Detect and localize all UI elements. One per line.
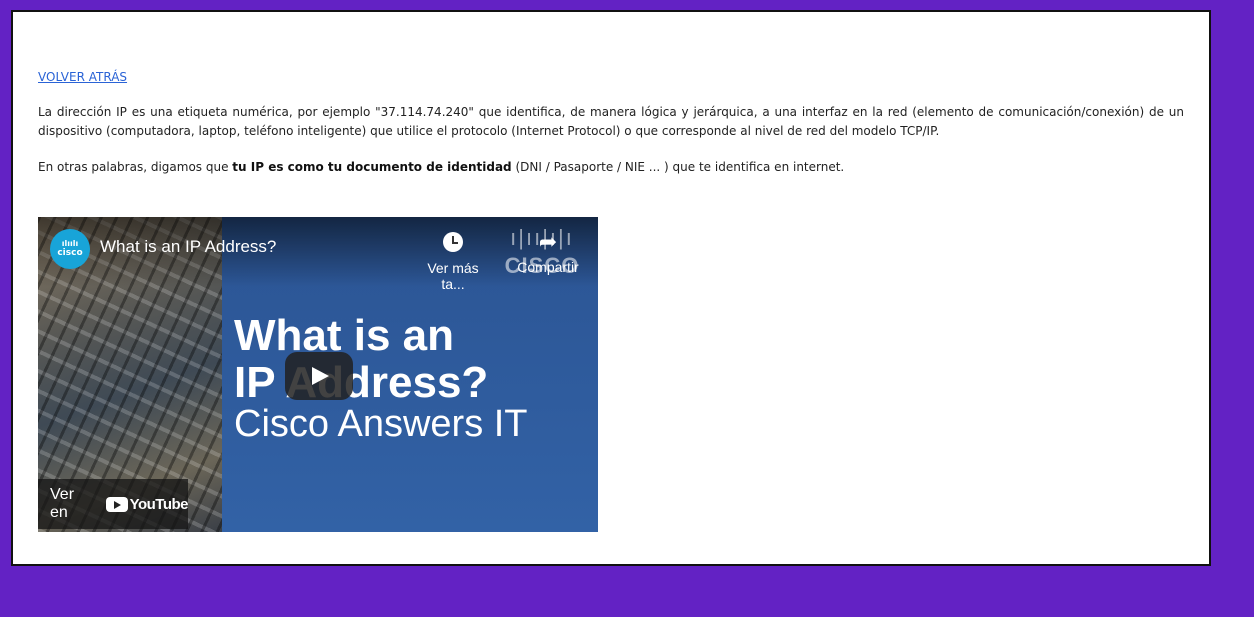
youtube-video-embed[interactable]: ılıılı cisco What is an IP Address? ı|ıı… [38, 217, 598, 532]
youtube-play-icon [105, 496, 128, 512]
share-label: Compartir [517, 259, 579, 275]
watch-on-label: Ver en [50, 486, 75, 521]
cisco-logo-icon: ılıılı [61, 239, 79, 248]
thumbnail-subheading: Cisco Answers IT [234, 403, 528, 445]
paragraph-identity-start: En otras palabras, digamos que [38, 160, 233, 174]
watch-on-youtube-button[interactable]: Ver en YouTube [38, 479, 189, 529]
content-panel: VOLVER ATRÁS La dirección IP es una etiq… [11, 10, 1211, 566]
watch-later-label: Ver más ta... [427, 260, 479, 292]
watch-later-button[interactable]: Ver más ta... [414, 229, 492, 292]
paragraph-identity-end: (DNI / Pasaporte / NIE ... ) que te iden… [511, 160, 845, 174]
share-button[interactable]: ➦ Compartir [508, 229, 588, 275]
paragraph-ip-definition: La dirección IP es una etiqueta numérica… [38, 105, 1184, 138]
play-button[interactable] [285, 352, 353, 400]
paragraph-identity: En otras palabras, digamos que tu IP es … [38, 158, 1184, 177]
youtube-logo-icon: YouTube [105, 495, 189, 513]
thumbnail-heading-line2: IP Address? [234, 358, 489, 407]
video-title[interactable]: What is an IP Address? [100, 237, 276, 257]
channel-avatar-label: cisco [57, 248, 83, 258]
clock-icon [443, 232, 463, 252]
paragraph-identity-bold: tu IP es como tu documento de identidad [232, 160, 512, 174]
youtube-wordmark: YouTube [129, 495, 189, 513]
article: VOLVER ATRÁS La dirección IP es una etiq… [38, 68, 1184, 177]
share-icon: ➦ [538, 229, 558, 254]
back-link[interactable]: VOLVER ATRÁS [38, 70, 127, 84]
channel-avatar[interactable]: ılıılı cisco [50, 229, 90, 269]
